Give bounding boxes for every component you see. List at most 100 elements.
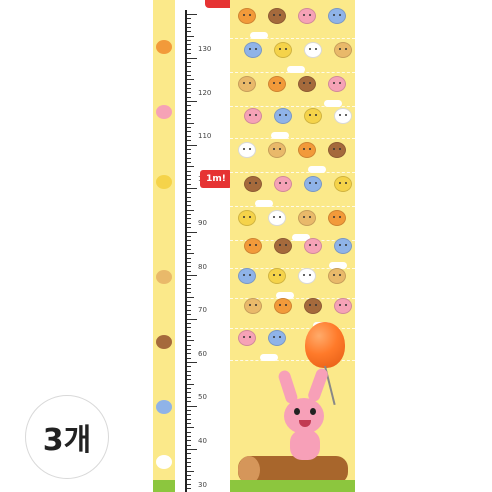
ruler-tick: [187, 449, 197, 450]
ruler-tick: [187, 392, 191, 394]
animal-face: [238, 8, 256, 24]
ruler-tick: [187, 83, 191, 85]
ruler-tick: [187, 148, 191, 150]
face-eye: [309, 274, 311, 276]
animal-face: [244, 238, 262, 254]
ruler-tick: [187, 44, 191, 46]
face-eye: [273, 216, 275, 218]
ruler-tick: [187, 214, 191, 216]
ruler-tick: [187, 170, 191, 172]
grass: [230, 480, 355, 492]
face-eye: [285, 48, 287, 50]
ruler-tick: [187, 253, 194, 255]
face-eye: [345, 304, 347, 306]
ruler-tick: [187, 383, 194, 385]
ruler-tick: [187, 270, 191, 272]
face-eye: [279, 148, 281, 150]
ruler-tick: [187, 340, 194, 342]
face-eye: [243, 274, 245, 276]
animal-face: [238, 268, 256, 284]
ruler-tick: [187, 131, 191, 133]
ruler-tick: [187, 196, 191, 198]
ruler-tick: [187, 53, 191, 55]
animal-face: [268, 268, 286, 284]
ruler-tick: [187, 183, 191, 185]
ruler-tick: [187, 435, 191, 437]
left-grass: [153, 480, 175, 492]
face-eye: [273, 14, 275, 16]
face-eye: [309, 82, 311, 84]
ruler-tick: [187, 144, 197, 146]
ruler-tick: [187, 48, 191, 50]
face-eye: [279, 82, 281, 84]
face-eye: [279, 216, 281, 218]
rabbit-eye-right: [310, 408, 316, 415]
face-eye: [243, 216, 245, 218]
ruler-tick: [187, 318, 197, 320]
face-eye: [249, 14, 251, 16]
face-eye: [333, 274, 335, 276]
ruler-tick: [187, 31, 191, 33]
animal-face: [328, 268, 346, 284]
ruler-tick: [187, 418, 191, 420]
face-eye: [249, 274, 251, 276]
ruler-tick: [187, 462, 191, 464]
ruler-tick: [187, 275, 197, 276]
ruler-tick: [187, 388, 191, 390]
ruler-tick: [187, 35, 194, 37]
animal-face: [156, 400, 172, 414]
face-eye: [309, 48, 311, 50]
ruler-tick: [187, 205, 191, 207]
face-eye: [345, 244, 347, 246]
animal-face: [298, 142, 316, 158]
face-eye: [279, 304, 281, 306]
ruler-tick: [187, 166, 194, 168]
ruler-tick: [187, 475, 191, 477]
animal-face: [268, 76, 286, 92]
ruler-tick: [187, 288, 191, 290]
ruler-tick: [187, 57, 197, 59]
face-eye: [345, 182, 347, 184]
ruler-tick: [187, 335, 191, 337]
face-eye: [339, 216, 341, 218]
dashed-line: [230, 172, 355, 174]
ruler-tick: [187, 431, 191, 433]
ruler-tick: [187, 235, 191, 237]
face-eye: [315, 244, 317, 246]
animal-face: [244, 42, 262, 58]
face-eye: [315, 48, 317, 50]
animal-face: [298, 210, 316, 226]
animal-face: [328, 76, 346, 92]
face-eye: [249, 148, 251, 150]
animal-face: [268, 210, 286, 226]
face-eye: [243, 336, 245, 338]
face-eye: [339, 274, 341, 276]
animal-face: [334, 176, 352, 192]
face-eye: [333, 148, 335, 150]
face-eye: [285, 182, 287, 184]
face-eye: [303, 82, 305, 84]
face-eye: [309, 14, 311, 16]
ruler-tick: [187, 127, 191, 129]
animal-face: [304, 108, 322, 124]
face-eye: [315, 182, 317, 184]
ruler-tick: [187, 483, 191, 485]
face-eye: [309, 148, 311, 150]
quantity-label: 3개: [42, 423, 92, 458]
ruler-tick: [187, 240, 191, 242]
face-eye: [285, 304, 287, 306]
dashed-line: [230, 138, 355, 140]
animal-face: [244, 176, 262, 192]
tick-label-30: 30: [198, 481, 207, 489]
animal-face: [156, 40, 172, 54]
ruler-tick: [187, 261, 191, 263]
left-side-strip: [153, 0, 175, 492]
ruler-tick: [187, 27, 191, 29]
ruler-tick: [187, 362, 197, 363]
animal-face: [274, 298, 292, 314]
ruler-tick: [187, 135, 191, 137]
face-eye: [273, 82, 275, 84]
tick-label-40: 40: [198, 437, 207, 445]
ruler-tick: [187, 488, 191, 490]
ruler-tick: [187, 209, 194, 211]
